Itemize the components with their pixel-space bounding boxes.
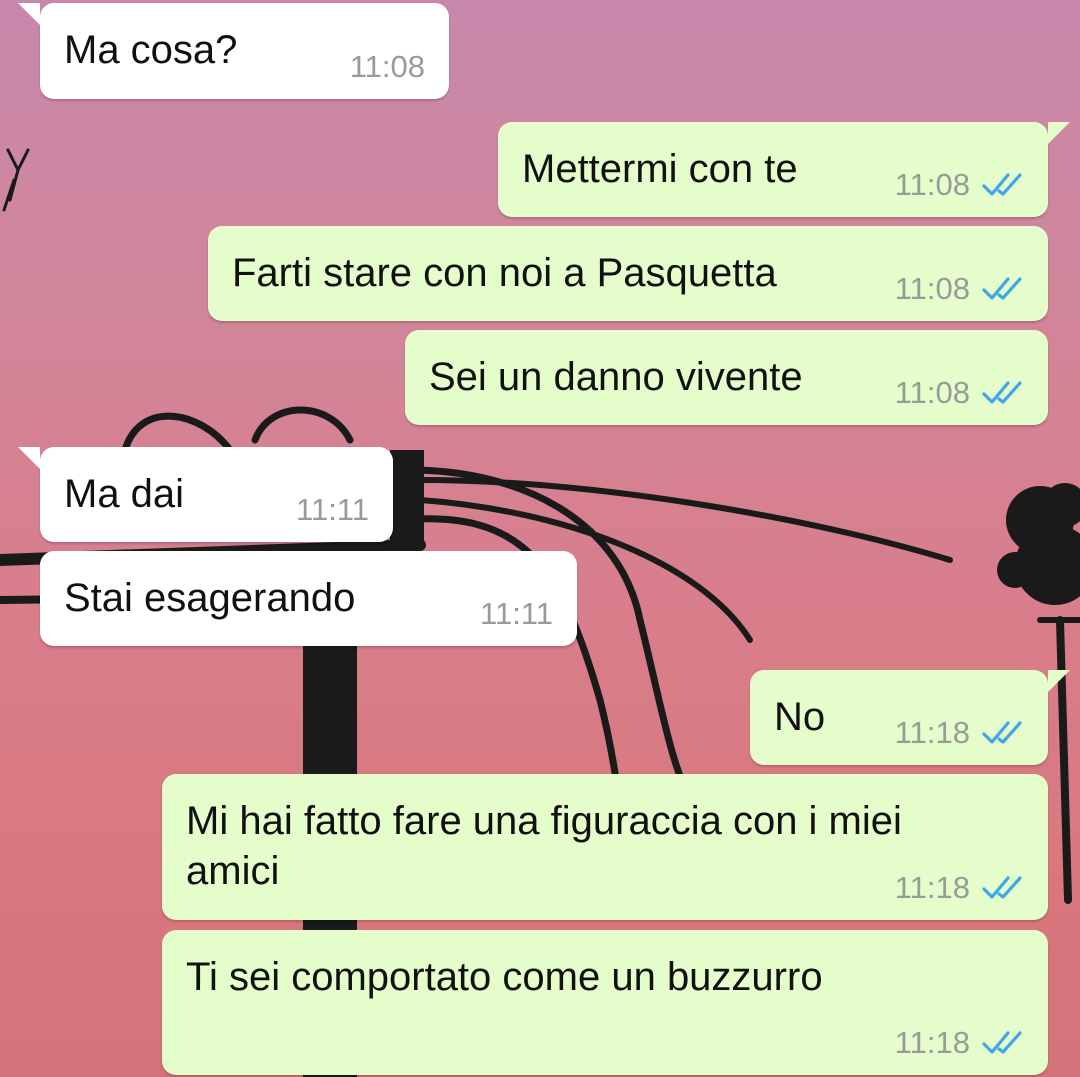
read-double-check-icon [982,277,1022,300]
message-bubble-incoming[interactable]: Ma dai 11:11 [18,447,393,542]
message-time: 11:08 [894,271,970,306]
message-time: 11:18 [894,870,970,905]
message-text: Farti stare con noi a Pasquetta [232,251,777,295]
message-bubble-outgoing[interactable]: Mettermi con te 11:08 [498,122,1070,217]
message-time: 11:18 [894,715,970,750]
message-time: 11:11 [296,492,369,527]
read-double-check-icon [982,876,1022,899]
message-text: Mettermi con te [522,147,798,191]
message-bubble-outgoing[interactable]: No 11:18 [750,670,1070,765]
read-double-check-icon [982,721,1022,744]
message-text: Ti sei comportato come un buzzurro [186,955,823,999]
message-meta: 11:11 [296,492,369,528]
message-meta: 11:08 [895,375,1024,411]
message-text: Sei un danno vivente [429,355,803,399]
read-double-check-icon [982,381,1022,404]
message-meta: 11:08 [895,167,1024,203]
read-double-check-icon [982,1031,1022,1054]
message-time: 11:18 [894,1025,970,1060]
message-text: Stai esagerando [64,576,356,620]
message-meta: 11:11 [480,596,553,632]
message-time: 11:11 [480,596,553,631]
read-double-check-icon [982,173,1022,196]
message-meta: 11:08 [350,49,425,85]
message-text: Mi hai fatto fare una figuraccia con i m… [186,799,902,893]
message-bubble-outgoing[interactable]: Farti stare con noi a Pasquetta 11:08 [208,226,1048,321]
message-text: Ma dai [64,472,185,516]
message-time: 11:08 [894,167,970,202]
message-bubble-incoming[interactable]: Ma cosa? 11:08 [18,3,449,99]
message-time: 11:08 [349,49,425,84]
message-meta: 11:18 [895,870,1024,906]
message-bubble-incoming[interactable]: Stai esagerando 11:11 [40,551,577,646]
message-bubble-outgoing[interactable]: Sei un danno vivente 11:08 [405,330,1048,425]
message-meta: 11:08 [895,271,1024,307]
message-text: Ma cosa? [64,28,238,72]
chat-message-list[interactable]: Ma cosa? 11:08 Mettermi con te 11:08 Far… [0,0,1080,1077]
message-bubble-outgoing[interactable]: Mi hai fatto fare una figuraccia con i m… [162,774,1048,920]
message-meta: 11:18 [895,715,1024,751]
message-meta: 11:18 [895,1025,1024,1061]
message-text: No [774,695,826,739]
message-bubble-outgoing[interactable]: Ti sei comportato come un buzzurro 11:18 [162,930,1048,1075]
message-time: 11:08 [894,375,970,410]
